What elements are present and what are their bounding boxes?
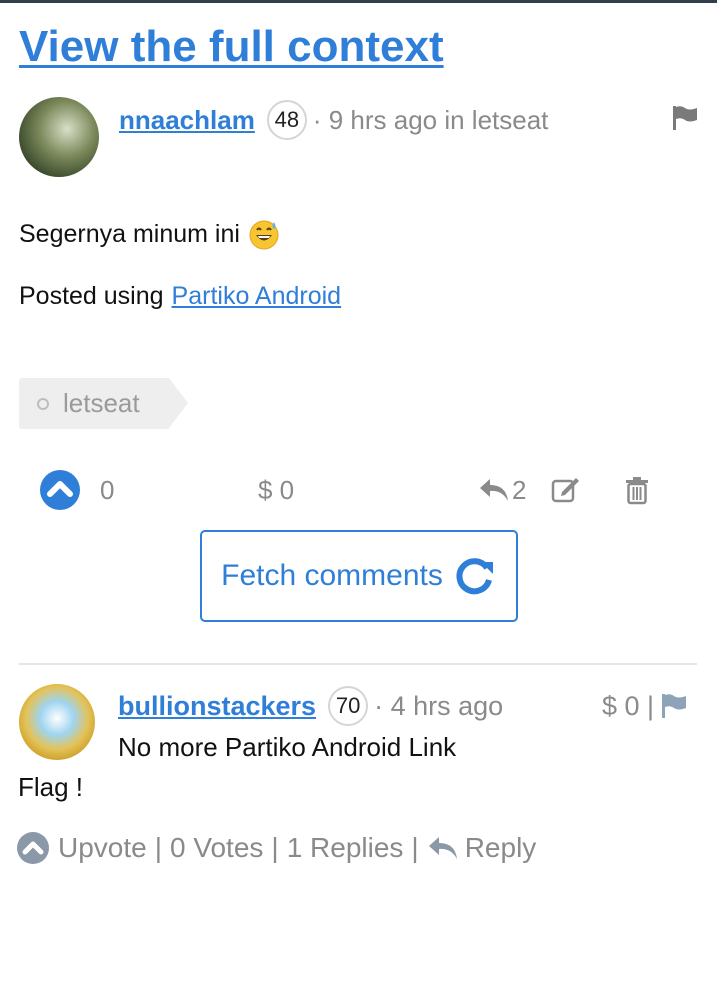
post-body-line: Segernya minum ini xyxy=(19,218,280,250)
comment-actions: Upvote | 0 Votes | 1 Replies | Reply xyxy=(16,828,536,868)
comment-votes[interactable]: 0 Votes xyxy=(170,832,263,864)
tag-label: letseat xyxy=(63,388,140,418)
partiko-android-link[interactable]: Partiko Android xyxy=(172,282,342,311)
comment-upvote-icon[interactable] xyxy=(16,831,50,865)
post-actions: 0 $ 0 2 xyxy=(0,465,717,513)
payout-value[interactable]: $ 0 xyxy=(258,475,294,506)
comment-header: bullionstackers 70 · 4 hrs ago xyxy=(118,686,503,726)
comment-payout-value[interactable]: $ 0 | xyxy=(602,691,654,722)
reply-icon[interactable] xyxy=(478,477,510,503)
posted-using-line: Posted using Partiko Android xyxy=(19,282,341,311)
comment-flag-icon[interactable] xyxy=(660,693,688,719)
upvote-icon[interactable] xyxy=(39,469,81,511)
posted-using-label: Posted using xyxy=(19,282,164,310)
comment-reply-icon[interactable] xyxy=(427,835,459,861)
avatar[interactable] xyxy=(19,97,99,177)
flag-icon[interactable] xyxy=(671,105,699,131)
post-author-link[interactable]: nnaachlam xyxy=(119,105,255,136)
comment-payout: $ 0 | xyxy=(602,688,688,724)
tag-hole-icon xyxy=(37,397,49,410)
comment-text-line1: No more Partiko Android Link xyxy=(118,732,457,762)
comment-text-line2: Flag ! xyxy=(18,772,84,802)
refresh-icon xyxy=(456,558,493,595)
comment-meta: · 4 hrs ago xyxy=(374,690,504,721)
top-border xyxy=(0,0,717,3)
comment-upvote-label[interactable]: Upvote xyxy=(58,832,147,864)
separator: | xyxy=(271,832,279,863)
grinning-face-with-sweat-emoji-icon xyxy=(249,220,279,250)
vote-count: 0 xyxy=(100,475,115,505)
divider xyxy=(19,663,697,665)
comment-reputation-badge: 70 xyxy=(328,686,369,726)
separator: | xyxy=(154,832,162,863)
comment-reply-button[interactable]: Reply xyxy=(465,832,537,864)
post-header: nnaachlam 48 · 9 hrs ago in letseat xyxy=(119,100,548,140)
comment-author-link[interactable]: bullionstackers xyxy=(118,691,316,722)
separator: | xyxy=(411,832,419,863)
post-body-text: Segernya minum ini xyxy=(19,219,240,248)
reply-count[interactable]: 2 xyxy=(512,475,526,506)
comment-avatar[interactable] xyxy=(19,684,95,760)
post-meta: · 9 hrs ago in letseat xyxy=(312,104,549,135)
tag-letseat[interactable]: letseat xyxy=(19,378,188,429)
edit-icon[interactable] xyxy=(550,475,582,503)
fetch-comments-label: Fetch comments xyxy=(221,559,443,592)
fetch-comments-button[interactable]: Fetch comments xyxy=(200,530,518,622)
reputation-badge: 48 xyxy=(266,100,307,140)
view-full-context-link[interactable]: View the full context xyxy=(19,22,444,72)
trash-icon[interactable] xyxy=(624,475,650,505)
comment-replies[interactable]: 1 Replies xyxy=(287,832,404,864)
